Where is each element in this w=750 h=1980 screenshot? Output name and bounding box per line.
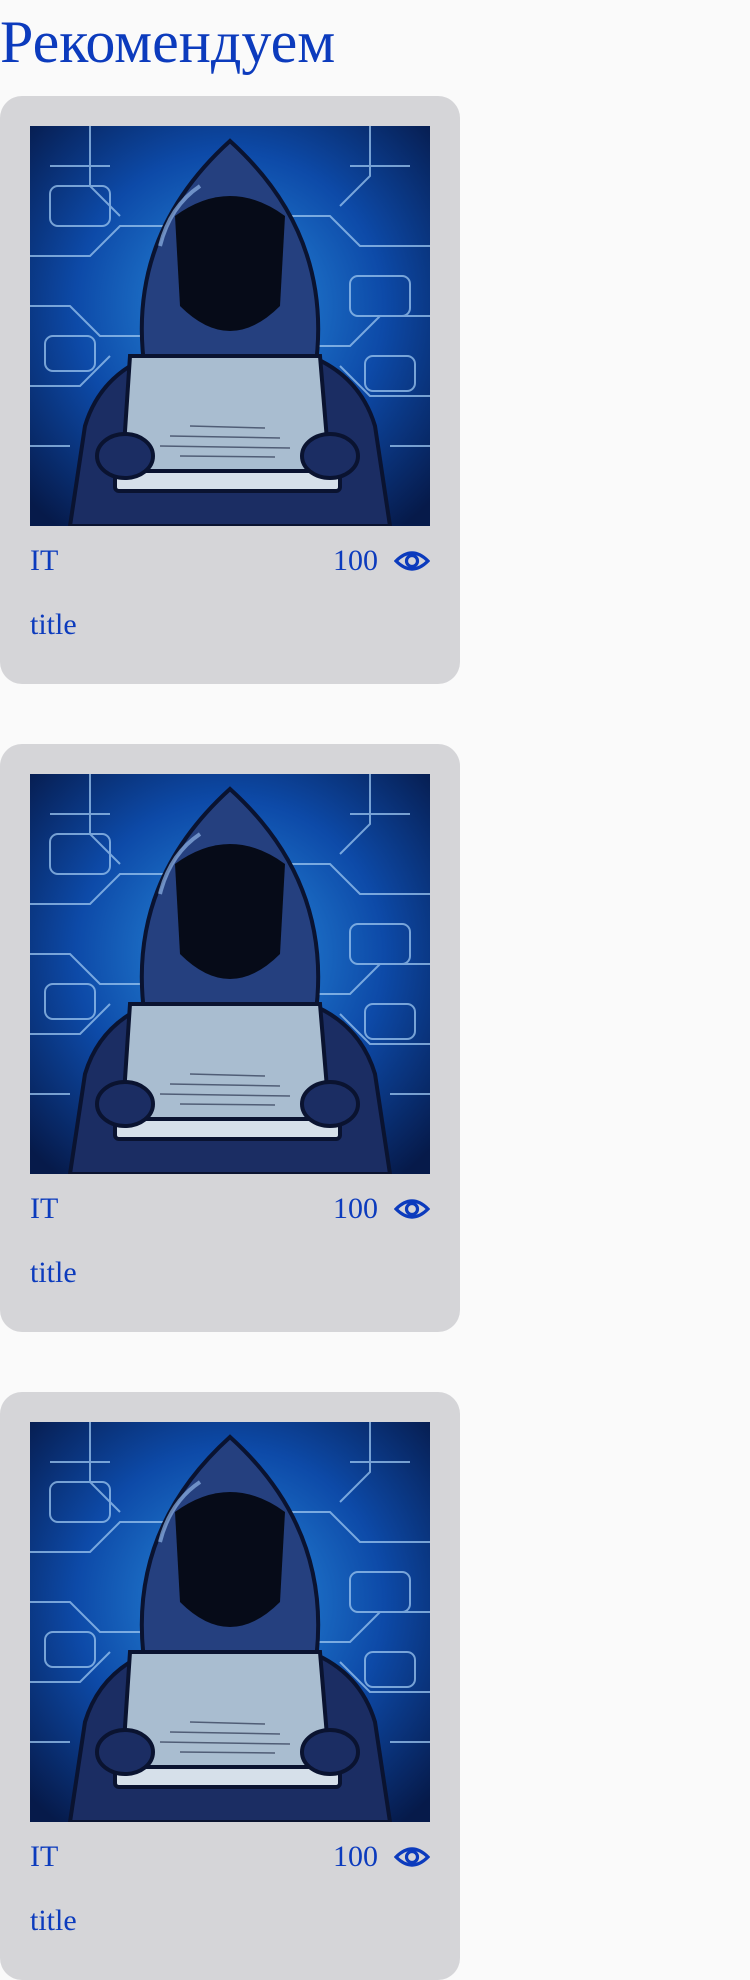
article-category[interactable]: IT bbox=[30, 1832, 58, 1882]
article-meta: IT 100 bbox=[30, 536, 430, 586]
article-category[interactable]: IT bbox=[30, 1184, 58, 1234]
eye-icon bbox=[394, 1199, 430, 1219]
view-count: 100 bbox=[333, 1192, 378, 1225]
article-image[interactable] bbox=[30, 1422, 430, 1822]
article-title[interactable]: title bbox=[30, 600, 77, 650]
page-title: Рекомендуем bbox=[0, 9, 336, 75]
article-category[interactable]: IT bbox=[30, 536, 58, 586]
article-meta: IT 100 bbox=[30, 1832, 430, 1882]
article-meta: IT 100 bbox=[30, 1184, 430, 1234]
hacker-illustration bbox=[30, 126, 430, 526]
article-card[interactable]: IT 100 title bbox=[0, 744, 460, 1332]
article-card[interactable]: IT 100 title bbox=[0, 96, 460, 684]
article-card[interactable]: IT 100 title bbox=[0, 1392, 460, 1980]
article-title[interactable]: title bbox=[30, 1248, 77, 1298]
eye-icon bbox=[394, 1847, 430, 1867]
article-title[interactable]: title bbox=[30, 1896, 77, 1946]
view-count: 100 bbox=[333, 544, 378, 577]
article-image[interactable] bbox=[30, 774, 430, 1174]
eye-icon bbox=[394, 551, 430, 571]
hacker-illustration bbox=[30, 774, 430, 1174]
article-image[interactable] bbox=[30, 126, 430, 526]
hacker-illustration bbox=[30, 1422, 430, 1822]
view-count: 100 bbox=[333, 1840, 378, 1873]
